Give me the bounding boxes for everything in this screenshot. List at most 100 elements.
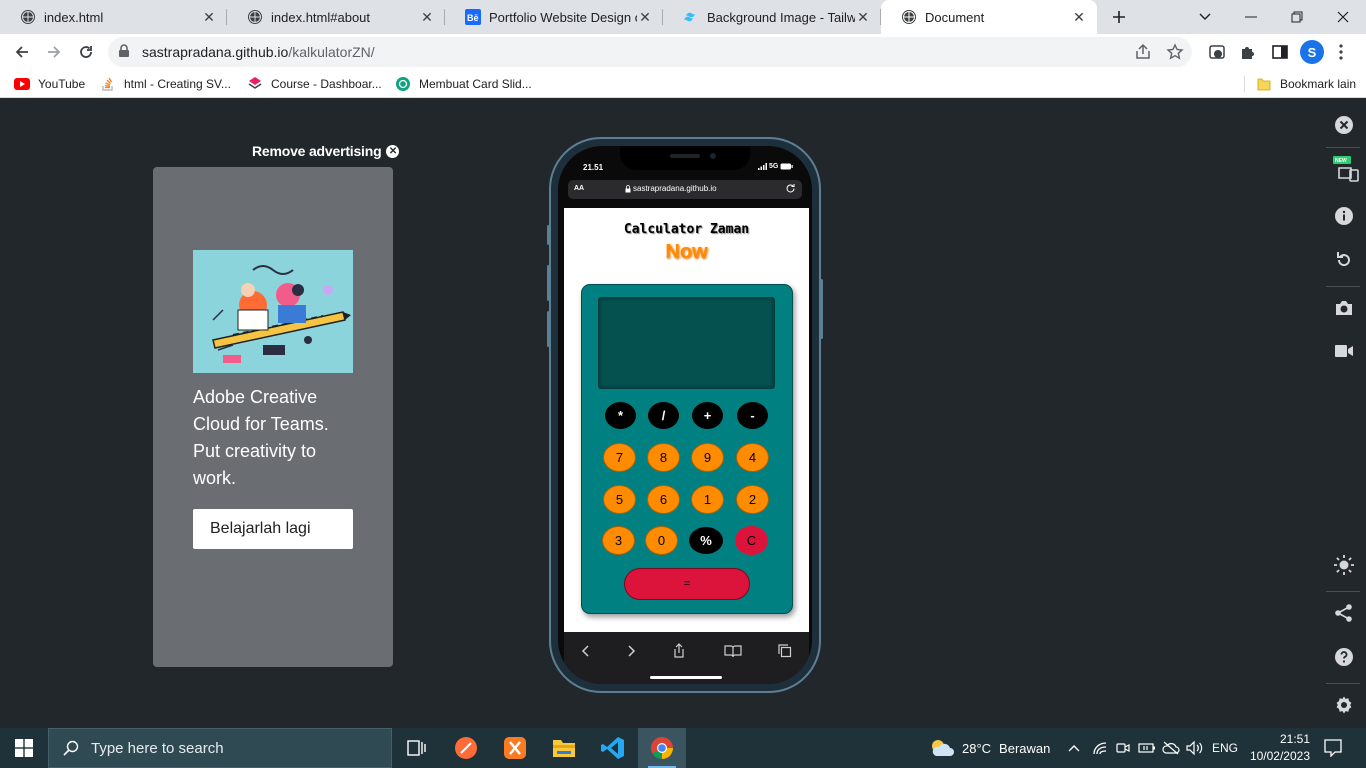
tab-index[interactable]: index.html ✕ (0, 0, 227, 34)
taskbar-app-vscode[interactable] (589, 728, 637, 768)
xampp-icon (504, 737, 526, 759)
safari-aa-button[interactable]: AA (574, 185, 584, 192)
settings-gear-icon[interactable] (1333, 694, 1355, 716)
bookmark-membuat-card[interactable]: Membuat Card Slid... (395, 75, 532, 93)
notifications-button[interactable] (1324, 728, 1342, 768)
info-icon[interactable] (1333, 205, 1355, 227)
tab-title: index.html (44, 9, 104, 25)
tray-volume[interactable] (1186, 728, 1204, 768)
key-2[interactable]: 2 (736, 485, 769, 514)
tab-index-about[interactable]: index.html#about ✕ (227, 0, 445, 34)
key-plus[interactable]: + (692, 402, 723, 429)
taskbar-app-file-explorer[interactable] (540, 728, 588, 768)
extension-vpn-icon[interactable] (1208, 43, 1226, 61)
close-tab-icon[interactable]: ✕ (637, 9, 653, 26)
bookmark-label: Bookmark lain (1280, 77, 1357, 91)
key-divide[interactable]: / (648, 402, 679, 429)
tab-document[interactable]: Document ✕ (881, 0, 1097, 34)
key-3[interactable]: 3 (602, 526, 635, 555)
tray-meet-now[interactable] (1116, 728, 1130, 768)
minimize-button[interactable] (1228, 0, 1274, 34)
weather-widget[interactable]: 28°C Berawan (928, 728, 1050, 768)
chevron-right-icon[interactable] (623, 642, 641, 660)
remove-advertising-link[interactable]: Remove advertising ✕ (252, 143, 400, 159)
tabs-icon[interactable] (776, 642, 794, 660)
forward-button[interactable] (40, 38, 68, 66)
start-button[interactable] (0, 728, 48, 768)
reload-button[interactable] (72, 38, 100, 66)
key-9[interactable]: 9 (691, 443, 724, 472)
bookmarks-book-icon[interactable] (724, 642, 742, 660)
key-8[interactable]: 8 (647, 443, 680, 472)
bookmark-stackoverflow[interactable]: html - Creating SV... (100, 75, 231, 93)
rotate-icon[interactable] (1333, 248, 1355, 270)
brightness-icon[interactable] (1333, 554, 1355, 576)
chevron-left-icon[interactable] (576, 642, 594, 660)
taskbar-search[interactable]: Type here to search (48, 728, 392, 768)
arrow-left-icon (15, 46, 28, 58)
extensions-puzzle-icon[interactable] (1239, 43, 1257, 61)
key-multiply[interactable]: * (605, 402, 636, 429)
ad-cta-button[interactable]: Belajarlah lagi (193, 509, 353, 549)
lock-icon (118, 44, 130, 63)
clock-date: 10/02/2023 (1249, 749, 1310, 763)
help-icon[interactable] (1333, 646, 1355, 668)
close-tab-icon[interactable]: ✕ (855, 9, 871, 26)
back-button[interactable] (8, 38, 36, 66)
devices-icon[interactable]: NEW (1333, 156, 1361, 182)
safari-address-bar[interactable]: AA sastrapradana.github.io (568, 180, 802, 199)
signal-icon (758, 163, 767, 170)
new-tab-button[interactable] (1096, 0, 1142, 34)
tray-battery[interactable] (1138, 728, 1156, 768)
other-bookmarks[interactable]: Bookmark lain (1256, 75, 1356, 93)
key-percent[interactable]: % (689, 527, 723, 554)
key-minus[interactable]: - (737, 402, 768, 429)
menu-kebab-icon[interactable] (1332, 43, 1350, 61)
key-7[interactable]: 7 (603, 443, 636, 472)
browser-toolbar: sastrapradana.github.io/kalkulatorZN/ S (0, 34, 1366, 70)
taskbar-app-chrome[interactable] (638, 728, 686, 768)
tab-tailwind[interactable]: Background Image - Tailwind ✕ (663, 0, 881, 34)
restore-button[interactable] (1274, 0, 1320, 34)
key-1[interactable]: 1 (691, 485, 724, 514)
bookmark-youtube[interactable]: YouTube (14, 75, 85, 93)
tray-network[interactable] (1092, 728, 1108, 768)
panel-divider (1326, 591, 1360, 592)
key-equals[interactable]: = (624, 568, 750, 600)
ad-headline[interactable]: Adobe Creative Cloud for Teams. Put crea… (193, 384, 343, 492)
video-icon[interactable] (1333, 340, 1355, 362)
remove-advertising-label: Remove advertising (252, 143, 382, 159)
share-icon[interactable] (670, 642, 688, 660)
tab-search-button[interactable] (1182, 0, 1228, 34)
key-4[interactable]: 4 (736, 443, 769, 472)
side-panel-icon[interactable] (1271, 43, 1289, 61)
taskbar-app-postman[interactable] (442, 728, 490, 768)
bookmark-star-icon[interactable] (1166, 43, 1184, 61)
bookmark-course[interactable]: Course - Dashboar... (247, 75, 382, 93)
tray-overflow-button[interactable] (1068, 728, 1080, 768)
share-nodes-icon[interactable] (1333, 602, 1355, 624)
share-icon[interactable] (1134, 43, 1152, 61)
taskbar-app-xampp[interactable] (491, 728, 539, 768)
close-icon (1337, 11, 1349, 23)
close-tab-icon[interactable]: ✕ (419, 9, 435, 26)
close-tab-icon[interactable]: ✕ (201, 9, 217, 26)
tray-language[interactable]: ENG (1212, 728, 1238, 768)
key-0[interactable]: 0 (645, 526, 678, 555)
tab-behance[interactable]: Bē Portfolio Website Design on B ✕ (445, 0, 663, 34)
close-tab-icon[interactable]: ✕ (1071, 9, 1087, 26)
key-5[interactable]: 5 (603, 485, 636, 514)
tray-clock[interactable]: 21:51 10/02/2023 (1248, 728, 1310, 768)
ad-illustration[interactable] (193, 250, 353, 373)
profile-avatar[interactable]: S (1300, 40, 1324, 64)
close-circle-icon[interactable] (1333, 114, 1355, 136)
camera-icon[interactable] (1333, 297, 1355, 319)
key-clear[interactable]: C (735, 526, 768, 555)
task-view-button[interactable] (393, 728, 441, 768)
tray-onedrive[interactable] (1162, 728, 1180, 768)
weather-temp: 28°C (962, 740, 992, 756)
key-6[interactable]: 6 (647, 485, 680, 514)
address-bar[interactable]: sastrapradana.github.io/kalkulatorZN/ (108, 37, 1192, 67)
close-window-button[interactable] (1320, 0, 1366, 34)
arrow-right-icon (48, 46, 61, 58)
